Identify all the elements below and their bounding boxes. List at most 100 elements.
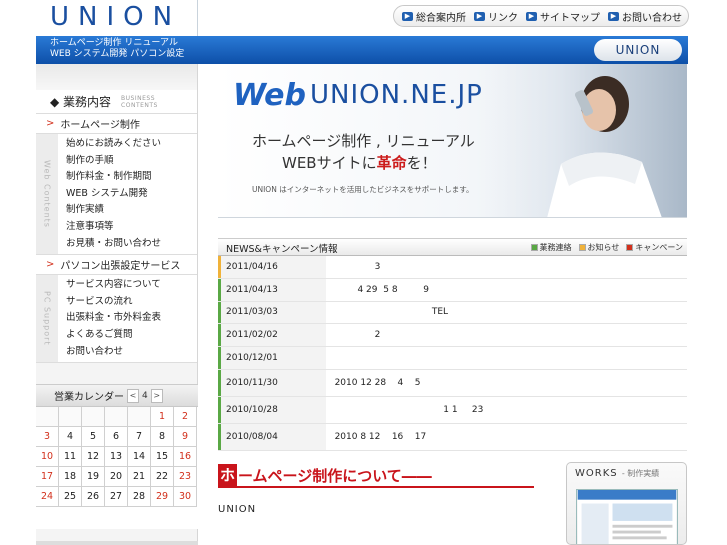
- menu-pc-item[interactable]: 出張料金・市外料金表: [66, 310, 197, 327]
- news-legend: 業務連絡 お知らせ キャンペーン: [530, 242, 683, 253]
- legend-swatch: [578, 244, 586, 251]
- calendar-day: 10: [36, 447, 59, 467]
- news-text: 1 1 23: [326, 404, 484, 415]
- news-row[interactable]: 2010/10/28 1 1 23: [218, 396, 687, 424]
- news-category-bar: [218, 423, 221, 450]
- menu-web-item[interactable]: 制作料金・制作期間: [66, 169, 197, 186]
- web-logo: Web: [233, 78, 306, 113]
- calendar-day: [128, 407, 151, 427]
- news-row[interactable]: 2011/03/03 TEL: [218, 301, 687, 325]
- calendar-day: 27: [105, 487, 128, 507]
- calendar-day: 19: [82, 467, 105, 487]
- calendar-day: 1: [151, 407, 174, 427]
- business-calendar: 営業カレンダー < 4 > 1 2 3 4 5 6 7 8 9 10 11 12 13 14 15 16 17 1…: [36, 384, 198, 529]
- news-date: 2011/04/16: [218, 256, 326, 278]
- calendar-month: 4: [142, 390, 148, 401]
- news-category-bar: [218, 256, 221, 278]
- header-links: ▶ 総合案内所 ▶ リンク ▶ サイトマップ ▶ お問い合わせ: [393, 5, 689, 27]
- arrow-right-icon: ▶: [402, 11, 413, 21]
- works-box[interactable]: WORKS - 制作実績: [566, 462, 687, 545]
- hero-photo: [477, 64, 687, 217]
- menu-pc-item[interactable]: サービスの流れ: [66, 294, 197, 311]
- hero-description: UNION はインターネットを活用したビジネスをサポートします。: [252, 185, 474, 194]
- union-badge: UNION: [594, 39, 682, 61]
- news-row[interactable]: 2010/12/01: [218, 347, 687, 370]
- hero-headline-1: ホームページ制作 , リニューアル: [252, 132, 475, 150]
- news-header: NEWS&キャンペーン情報 業務連絡 お知らせ キャンペーン: [218, 238, 687, 256]
- works-thumbnail[interactable]: [576, 489, 678, 545]
- link-sitemap[interactable]: ▶ サイトマップ: [526, 9, 600, 24]
- sidebar-top-strip: [36, 64, 197, 90]
- calendar-day: 15: [151, 447, 174, 467]
- menu-pc-item[interactable]: サービス内容について: [66, 277, 197, 294]
- calendar-grid: 1 2 3 4 5 6 7 8 9 10 11 12 13 14 15 16 17 18 19 20 21 22 23 24 2…: [36, 407, 198, 507]
- calendar-day: 3: [36, 427, 59, 447]
- calendar-day: 9: [174, 427, 197, 447]
- legend-swatch: [530, 244, 538, 251]
- legend-campaign: キャンペーン: [626, 242, 683, 253]
- news-date: 2010/12/01: [218, 347, 326, 369]
- calendar-header: 営業カレンダー < 4 >: [36, 385, 198, 407]
- calendar-day: [82, 407, 105, 427]
- news-text: TEL: [326, 307, 449, 318]
- chevron-right-icon: >: [46, 259, 55, 271]
- calendar-day: [36, 407, 59, 427]
- menu-web-item[interactable]: 注意事項等: [66, 219, 197, 236]
- calendar-day: 6: [105, 427, 128, 447]
- menu-web-item[interactable]: 制作の手順: [66, 153, 197, 170]
- calendar-next-button[interactable]: >: [150, 388, 163, 403]
- calendar-day: 30: [174, 487, 197, 507]
- section-pc-service[interactable]: > パソコン出張設定サービス: [36, 255, 197, 276]
- hero-banner: Web UNION.NE.JP ホームページ制作 , リニューアル WEBサイト…: [218, 64, 687, 218]
- section-homepage-production[interactable]: > ホームページ制作: [36, 114, 197, 134]
- side-label-pc-support: PC Support: [42, 291, 52, 346]
- title-accent-char: ホ: [218, 464, 237, 486]
- news-row[interactable]: 2010/11/30 2010 12 28 4 5: [218, 369, 687, 397]
- news-text: 4 29 5 8 9: [326, 284, 430, 295]
- news-row[interactable]: 2011/04/13 4 29 5 8 9: [218, 278, 687, 302]
- menu-web-item[interactable]: 始めにお読みください: [66, 136, 197, 153]
- homepage-section-title: ホ ームページ制作について――: [218, 464, 534, 488]
- legend-business: 業務連絡: [530, 242, 572, 253]
- logo-area[interactable]: UNION: [36, 0, 198, 36]
- news-date: 2011/04/13: [218, 278, 326, 301]
- calendar-day: 21: [128, 467, 151, 487]
- header-band: ホームページ制作 リニューアル WEB システム開発 パソコン設定 UNION: [36, 36, 688, 64]
- calendar-day: 2: [174, 407, 197, 427]
- news-text: [326, 347, 687, 369]
- menu-pc-item[interactable]: よくあるご質問: [66, 327, 197, 344]
- menu-pc-support: PC Support サービス内容について サービスの流れ 出張料金・市外料金表 よく…: [36, 275, 197, 364]
- chevron-right-icon: >: [46, 118, 55, 129]
- calendar-day: 24: [36, 487, 59, 507]
- site-logo[interactable]: UNION: [50, 2, 181, 32]
- calendar-day: 28: [128, 487, 151, 507]
- news-row[interactable]: 2011/02/02 2: [218, 324, 687, 348]
- calendar-day: 8: [151, 427, 174, 447]
- arrow-right-icon: ▶: [608, 11, 619, 21]
- link-contact[interactable]: ▶ お問い合わせ: [608, 9, 682, 24]
- news-category-bar: [218, 396, 221, 423]
- link-links[interactable]: ▶ リンク: [474, 9, 518, 24]
- calendar-day: 12: [82, 447, 105, 467]
- business-subtitle: BUSINESS CONTENTS: [121, 94, 158, 109]
- menu-web-item[interactable]: 制作実績: [66, 202, 197, 219]
- news-category-bar: [218, 369, 221, 396]
- works-heading: WORKS - 制作実績: [575, 468, 660, 479]
- calendar-day: 16: [174, 447, 197, 467]
- calendar-day: [105, 407, 128, 427]
- menu-pc-item[interactable]: お問い合わせ: [66, 344, 197, 361]
- news-row[interactable]: 2010/08/04 2010 8 12 16 17: [218, 423, 687, 451]
- news-title: NEWS&キャンペーン情報: [226, 244, 338, 255]
- calendar-day: 7: [128, 427, 151, 447]
- news-date: 2010/11/30: [218, 369, 326, 396]
- menu-web-item[interactable]: WEB システム開発: [66, 186, 197, 203]
- legend-swatch: [626, 244, 634, 251]
- news-text: 2010 8 12 16 17: [326, 431, 427, 442]
- hero-headline-2: WEBサイトに革命を！: [282, 154, 437, 172]
- news-text: 3: [326, 261, 381, 272]
- calendar-prev-button[interactable]: <: [127, 388, 139, 403]
- homepage-section-body: UNION: [218, 504, 257, 515]
- news-row[interactable]: 2011/04/16 3: [218, 256, 687, 279]
- link-general-info[interactable]: ▶ 総合案内所: [402, 9, 466, 24]
- menu-web-item[interactable]: お見積・お問い合わせ: [66, 236, 197, 253]
